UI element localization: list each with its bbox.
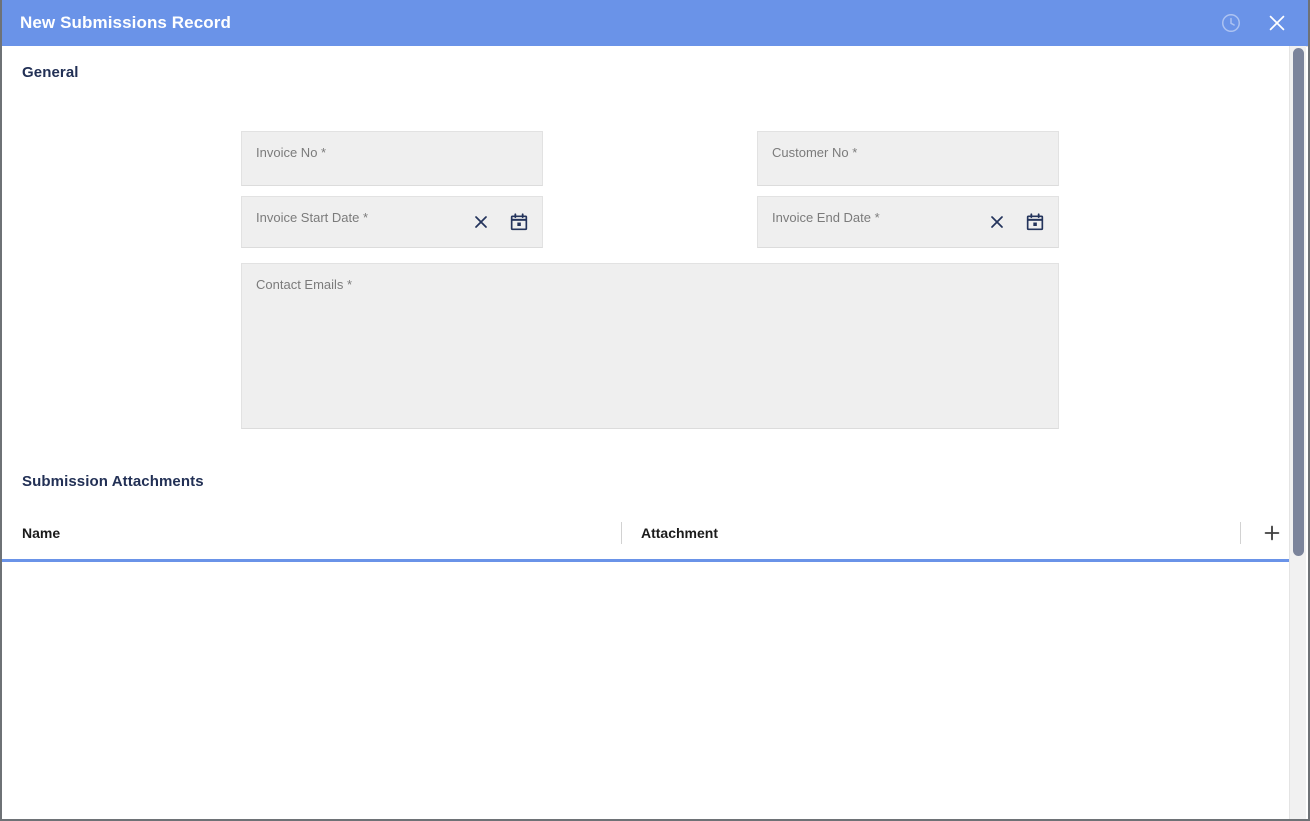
title-bar: New Submissions Record [2,0,1310,46]
calendar-icon[interactable] [1024,211,1046,233]
invoice-start-date-field[interactable]: Invoice Start Date * [241,196,543,248]
vertical-scrollbar-thumb[interactable] [1293,48,1304,556]
invoice-no-field[interactable]: Invoice No * [241,131,543,186]
section-heading-submission-attachments: Submission Attachments [22,473,204,490]
column-header-attachment[interactable]: Attachment [641,525,718,541]
title-bar-actions [1218,10,1310,36]
invoice-end-date-actions [986,211,1046,233]
column-header-name[interactable]: Name [22,525,60,541]
attachments-table: Name Attachment [2,506,1290,821]
history-clock-icon[interactable] [1218,10,1244,36]
add-attachment-button[interactable] [1260,521,1284,545]
attachments-table-body [2,562,1290,821]
column-divider [1240,522,1241,544]
invoice-no-input[interactable] [242,132,542,185]
column-divider [621,522,622,544]
vertical-scrollbar-track[interactable] [1289,46,1306,819]
dialog-content: General Invoice No * Customer No * Invoi… [2,46,1290,821]
contact-emails-textarea[interactable] [242,264,1058,428]
contact-emails-field[interactable]: Contact Emails * [241,263,1059,429]
section-heading-general: General [22,64,79,81]
invoice-end-date-field[interactable]: Invoice End Date * [757,196,1059,248]
invoice-start-date-actions [470,211,530,233]
dialog-window: New Submissions Record General Invoice N… [0,0,1310,821]
page-title: New Submissions Record [20,13,231,33]
calendar-icon[interactable] [508,211,530,233]
clear-x-icon[interactable] [470,211,492,233]
clear-x-icon[interactable] [986,211,1008,233]
customer-no-input[interactable] [758,132,1058,185]
customer-no-field[interactable]: Customer No * [757,131,1059,186]
attachments-table-header: Name Attachment [2,506,1290,559]
close-icon[interactable] [1264,10,1290,36]
